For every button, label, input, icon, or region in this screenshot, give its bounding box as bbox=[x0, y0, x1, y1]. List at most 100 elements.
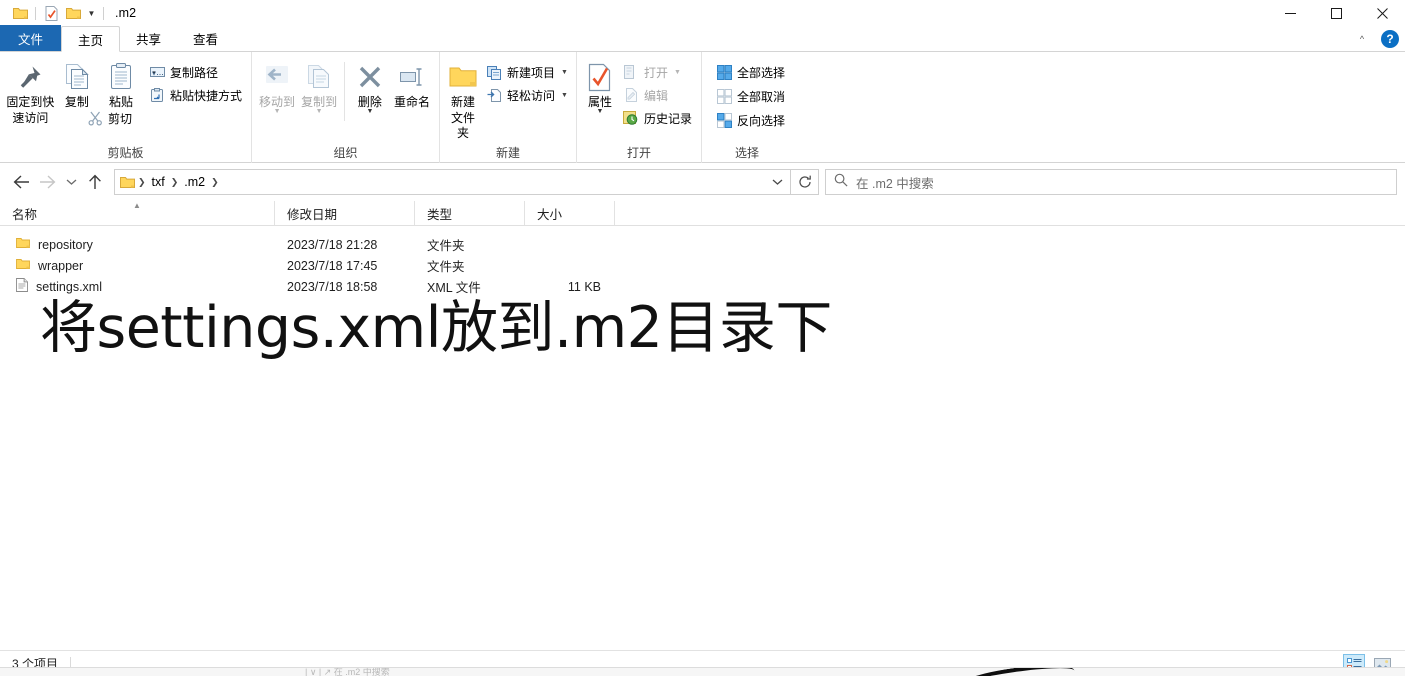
column-header-date[interactable]: 修改日期 bbox=[275, 201, 415, 225]
file-date: 2023/7/18 18:58 bbox=[287, 279, 378, 294]
copy-path-label: 复制路径 bbox=[170, 65, 219, 80]
pin-to-quick-access-button[interactable]: 固定到快 速访问 bbox=[6, 56, 55, 126]
properties-icon bbox=[587, 60, 612, 94]
invert-selection-icon bbox=[715, 111, 733, 129]
search-input[interactable]: 在 .m2 中搜索 bbox=[856, 173, 934, 192]
qat-separator-2 bbox=[103, 6, 104, 20]
breadcrumb-item-txf[interactable]: txf bbox=[147, 171, 170, 193]
paste-shortcut-label: 粘贴快捷方式 bbox=[170, 88, 243, 103]
paste-shortcut-button[interactable]: 粘贴快捷方式 bbox=[145, 84, 245, 106]
breadcrumb-separator-0[interactable]: ❯ bbox=[137, 171, 147, 193]
close-button[interactable] bbox=[1359, 0, 1405, 26]
tab-file[interactable]: 文件 bbox=[0, 25, 62, 51]
copy-to-chevron-down-icon[interactable]: ▼ bbox=[316, 108, 323, 115]
breadcrumb-separator-1[interactable]: ❯ bbox=[170, 171, 180, 193]
history-button[interactable]: 历史记录 bbox=[619, 107, 695, 129]
cut-button[interactable]: 剪切 bbox=[83, 107, 245, 129]
select-all-button[interactable]: 全部选择 bbox=[712, 61, 788, 83]
copy-button[interactable]: 复制 bbox=[55, 56, 99, 110]
column-header-size-label: 大小 bbox=[537, 207, 563, 222]
edit-icon bbox=[622, 86, 640, 104]
properties-button[interactable]: 属性 ▼ bbox=[585, 56, 615, 115]
address-dropdown-chevron-down-icon[interactable] bbox=[764, 170, 790, 194]
table-row[interactable]: settings.xml 2023/7/18 18:58 XML 文件 11 K… bbox=[0, 276, 1405, 297]
window-title: .m2 bbox=[115, 6, 137, 20]
file-name: repository bbox=[38, 237, 93, 252]
pin-label-line1: 固定到快 bbox=[6, 95, 55, 109]
file-type: 文件夹 bbox=[427, 239, 465, 253]
qat-customize-chevron-down-icon[interactable]: ▼ bbox=[84, 2, 99, 24]
up-button[interactable] bbox=[82, 168, 108, 196]
delete-chevron-down-icon[interactable]: ▼ bbox=[366, 108, 373, 115]
history-icon bbox=[622, 109, 640, 127]
easy-access-chevron-down-icon[interactable]: ▼ bbox=[561, 92, 568, 99]
new-folder-icon bbox=[448, 60, 478, 94]
move-to-chevron-down-icon[interactable]: ▼ bbox=[274, 108, 281, 115]
search-box[interactable]: 在 .m2 中搜索 bbox=[825, 169, 1397, 195]
collapse-ribbon-chevron-up-icon[interactable]: ^ bbox=[1353, 34, 1371, 44]
folder-icon bbox=[16, 258, 30, 273]
breadcrumb-item-m2[interactable]: .m2 bbox=[179, 171, 210, 193]
table-row[interactable]: repository 2023/7/18 21:28 文件夹 bbox=[0, 234, 1405, 255]
new-folder-button[interactable]: 新建 文件夹 bbox=[448, 56, 478, 141]
pin-label-line2: 速访问 bbox=[12, 111, 49, 125]
easy-access-button[interactable]: 轻松访问 ▼ bbox=[482, 84, 571, 106]
scissors-icon bbox=[86, 109, 104, 127]
qat-new-folder-icon[interactable] bbox=[9, 2, 31, 24]
rename-icon bbox=[397, 60, 427, 94]
rename-label: 重命名 bbox=[393, 95, 430, 109]
open-icon bbox=[622, 63, 640, 81]
edit-label: 编辑 bbox=[643, 88, 668, 103]
organize-divider bbox=[344, 62, 345, 121]
open-chevron-down-icon[interactable]: ▼ bbox=[674, 69, 681, 76]
select-all-icon bbox=[715, 63, 733, 81]
address-bar: ❯ txf ❯ .m2 ❯ 在 .m2 中搜索 bbox=[0, 163, 1405, 201]
column-header-name[interactable]: ▲ 名称 bbox=[0, 201, 275, 225]
select-none-icon bbox=[715, 87, 733, 105]
invert-selection-button[interactable]: 反向选择 bbox=[712, 109, 788, 131]
tab-home[interactable]: 主页 bbox=[61, 26, 121, 52]
refresh-button[interactable] bbox=[791, 169, 819, 195]
help-icon[interactable]: ? bbox=[1381, 30, 1399, 48]
maximize-button[interactable] bbox=[1313, 0, 1359, 26]
properties-chevron-down-icon[interactable]: ▼ bbox=[597, 108, 604, 115]
table-row[interactable]: wrapper 2023/7/18 17:45 文件夹 bbox=[0, 255, 1405, 276]
open-button[interactable]: 打开 ▼ bbox=[619, 61, 695, 83]
xml-file-icon bbox=[16, 278, 28, 295]
breadcrumb-separator-2[interactable]: ❯ bbox=[210, 171, 220, 193]
copy-path-button[interactable]: 复制路径 bbox=[145, 61, 245, 83]
clipboard-group-label: 剪贴板 bbox=[107, 146, 144, 160]
copy-path-icon bbox=[148, 63, 166, 81]
paste-button[interactable]: 粘贴 bbox=[99, 56, 143, 110]
forward-button[interactable] bbox=[34, 168, 60, 196]
file-name: wrapper bbox=[38, 258, 84, 273]
rename-button[interactable]: 重命名 bbox=[391, 56, 433, 110]
column-header-type[interactable]: 类型 bbox=[415, 201, 525, 225]
new-item-icon bbox=[485, 63, 503, 81]
invert-selection-label: 反向选择 bbox=[737, 113, 786, 128]
quick-access-toolbar: ▼ .m2 bbox=[0, 0, 136, 26]
back-button[interactable] bbox=[8, 168, 34, 196]
move-to-button[interactable]: 移动到 ▼ bbox=[256, 56, 298, 115]
tab-view[interactable]: 查看 bbox=[177, 25, 234, 51]
tab-share[interactable]: 共享 bbox=[120, 25, 177, 51]
new-folder-label-line2: 文件夹 bbox=[450, 111, 475, 140]
file-size: 11 KB bbox=[567, 279, 601, 294]
copy-to-button[interactable]: 复制到 ▼ bbox=[298, 56, 340, 115]
paste-shortcut-icon bbox=[148, 86, 166, 104]
qat-folder-icon[interactable] bbox=[62, 2, 84, 24]
new-item-chevron-down-icon[interactable]: ▼ bbox=[561, 69, 568, 76]
column-header-size[interactable]: 大小 bbox=[525, 201, 615, 225]
open-small-buttons: 打开 ▼ 编辑 历史记录 bbox=[619, 56, 695, 129]
select-none-button[interactable]: 全部取消 bbox=[712, 85, 788, 107]
recent-locations-chevron-down-icon[interactable] bbox=[60, 168, 82, 196]
delete-x-icon bbox=[357, 60, 383, 94]
minimize-button[interactable] bbox=[1267, 0, 1313, 26]
qat-properties-icon[interactable] bbox=[40, 2, 62, 24]
delete-button[interactable]: 删除 ▼ bbox=[349, 56, 391, 115]
column-headers: ▲ 名称 修改日期 类型 大小 bbox=[0, 201, 1405, 226]
new-item-button[interactable]: 新建项目 ▼ bbox=[482, 61, 571, 83]
clipboard-small-buttons: 复制路径 粘贴快捷方式 剪切 bbox=[88, 56, 245, 129]
breadcrumb[interactable]: ❯ txf ❯ .m2 ❯ bbox=[114, 169, 791, 195]
edit-button[interactable]: 编辑 bbox=[619, 84, 695, 106]
